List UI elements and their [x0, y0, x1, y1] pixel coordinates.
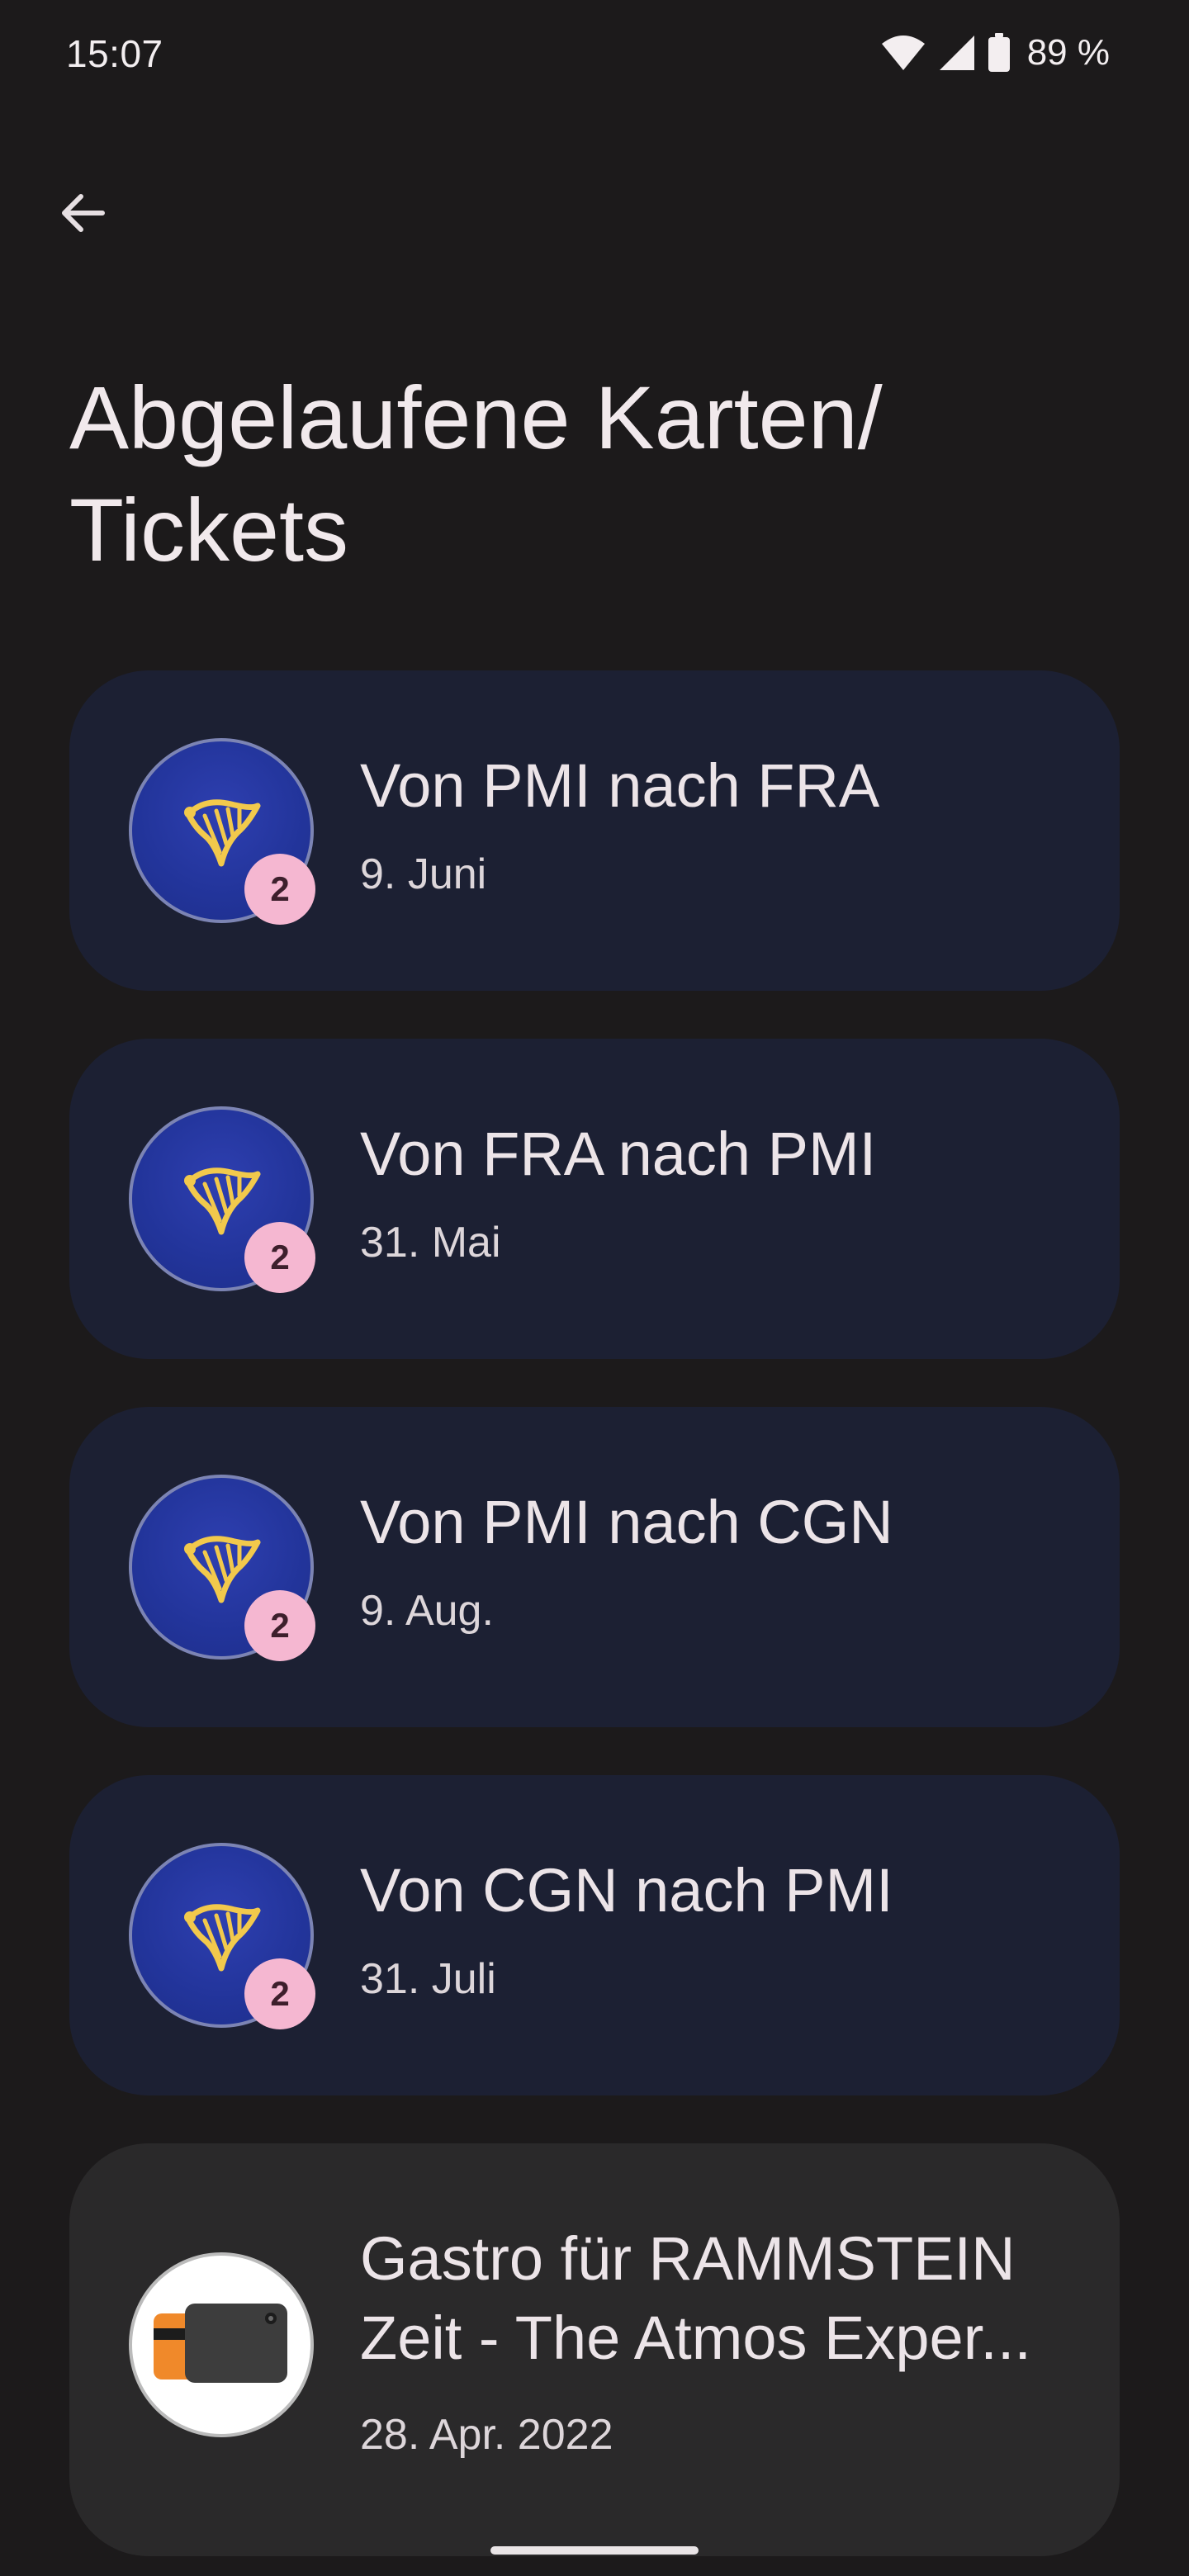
ticket-date: 31. Mai [360, 1219, 501, 1267]
ticket-logo: 2 [129, 1843, 315, 2029]
ticket-card[interactable]: 2 Von PMI nach FRA 9. Juni [69, 670, 1120, 991]
battery-icon [988, 33, 1011, 73]
ticket-date: 9. Aug. [360, 1587, 494, 1635]
ticket-card[interactable]: 2 Von CGN nach PMI 31. Juli [69, 1775, 1120, 2095]
ticket-count-badge: 2 [244, 1590, 315, 1661]
status-bar: 15:07 89 % [0, 0, 1189, 107]
ticket-title: Von FRA nach PMI [360, 1120, 877, 1188]
ticket-title: Gastro für RAMMSTEIN Zeit - The Atmos Ex… [360, 2224, 1031, 2372]
battery-percentage: 89 % [1026, 32, 1110, 73]
ticket-date: 9. Juni [360, 850, 487, 898]
cell-signal-icon [938, 34, 976, 72]
ticket-card[interactable]: Gastro für RAMMSTEIN Zeit - The Atmos Ex… [69, 2143, 1120, 2556]
ticket-logo: 2 [129, 1106, 315, 1293]
wifi-icon [880, 34, 926, 72]
ticket-logo: 2 [129, 738, 315, 925]
ticket-date: 28. Apr. 2022 [360, 2411, 613, 2459]
page-title: Abgelaufene Karten/ Tickets [69, 367, 883, 580]
wallet-card-icon [129, 2252, 314, 2437]
ticket-count-badge: 2 [244, 854, 315, 925]
ticket-card[interactable]: 2 Von FRA nach PMI 31. Mai [69, 1039, 1120, 1359]
ticket-count-badge: 2 [244, 1222, 315, 1293]
ticket-title: Von CGN nach PMI [360, 1856, 893, 1925]
ticket-count-badge: 2 [244, 1958, 315, 2029]
status-icons: 89 % [880, 30, 1110, 76]
ticket-date: 31. Juli [360, 1955, 496, 2003]
ticket-logo: 2 [129, 1475, 315, 1661]
ticket-title: Von PMI nach CGN [360, 1488, 893, 1556]
arrow-left-icon [56, 187, 109, 244]
ticket-card[interactable]: 2 Von PMI nach CGN 9. Aug. [69, 1407, 1120, 1727]
gesture-navigation-bar[interactable] [490, 2546, 699, 2555]
screen: 15:07 89 % Abgelaufene Karten/ Tickets 2… [0, 0, 1189, 2576]
ticket-logo [129, 2252, 314, 2437]
back-button[interactable] [40, 172, 126, 258]
status-time: 15:07 [66, 32, 163, 75]
ticket-title: Von PMI nach FRA [360, 751, 880, 820]
